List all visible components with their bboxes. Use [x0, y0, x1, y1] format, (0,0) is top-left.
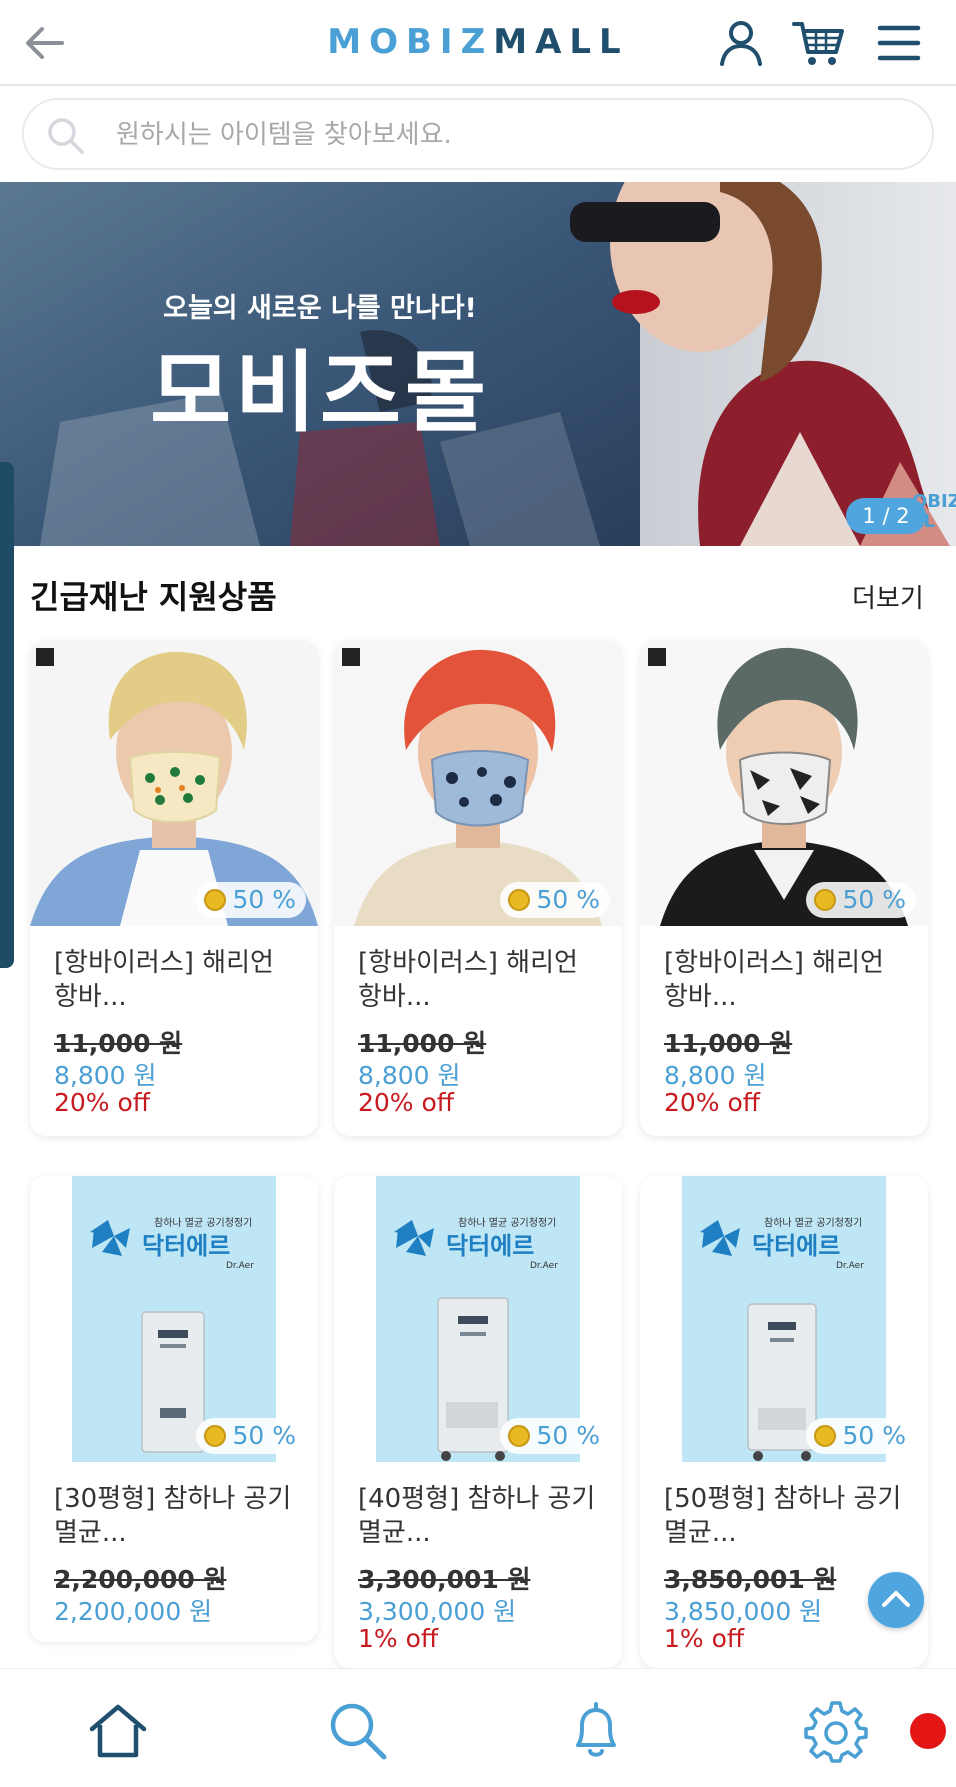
bottom-navigation [0, 1668, 956, 1787]
section-title: 긴급재난 지원상품 [30, 578, 277, 616]
product-name: [항바이러스] 해리언 항바... [664, 948, 884, 1012]
sale-price: 3,850,000 원 [664, 1597, 823, 1626]
coin-icon [814, 889, 837, 911]
scroll-top-button[interactable] [868, 1572, 924, 1628]
logo-part2: MALL [493, 22, 629, 62]
product-card[interactable]: 참하나 멸균 공기청정기 닥터에르 Dr.Aer 50 % [40평형] 참하나… [334, 1176, 622, 1668]
product-name: [50평형] 참하나 공기멸균... [664, 1484, 902, 1548]
search-icon [330, 1703, 387, 1760]
coin-icon [204, 889, 227, 911]
menu-icon [877, 25, 921, 61]
original-price: 2,200,000 원 [54, 1565, 227, 1594]
coin-icon [204, 1425, 227, 1447]
product-image: 50 % [640, 640, 928, 926]
user-button[interactable] [716, 18, 766, 68]
discount-badge: 50 % [196, 1418, 306, 1454]
nav-search[interactable] [326, 1699, 390, 1763]
discount-badge: 50 % [500, 1418, 610, 1454]
discount-off: 20% off [664, 1088, 761, 1117]
poster-brand: 닥터에르 [142, 1232, 230, 1260]
menu-button[interactable] [874, 18, 924, 68]
product-name: [40평형] 참하나 공기멸균... [358, 1484, 596, 1548]
sale-price: 2,200,000 원 [54, 1597, 213, 1626]
product-card[interactable]: 50 % [항바이러스] 해리언 항바... 11,000 원 8,800 원 … [334, 640, 622, 1136]
banner-title: 모비즈몰 [150, 341, 490, 444]
search-input[interactable] [116, 112, 896, 158]
more-link[interactable]: 더보기 [852, 578, 924, 615]
cart-button[interactable] [792, 18, 844, 68]
cart-icon [792, 22, 844, 65]
poster-brand: 닥터에르 [752, 1232, 840, 1260]
product-image: 50 % [334, 640, 622, 926]
coin-icon [814, 1425, 837, 1447]
nav-settings[interactable] [804, 1699, 868, 1763]
sale-price: 8,800 원 [664, 1061, 767, 1090]
nav-notifications[interactable] [564, 1699, 628, 1763]
banner-pager: 1 / 2 [846, 498, 926, 534]
discount-badge: 50 % [196, 882, 306, 918]
poster-top-line: 참하나 멸균 공기청정기 [154, 1216, 252, 1229]
product-name: [항바이러스] 해리언 항바... [358, 948, 578, 1012]
poster-top-line: 참하나 멸균 공기청정기 [764, 1216, 862, 1229]
sale-price: 8,800 원 [358, 1061, 461, 1090]
product-card[interactable]: 참하나 멸균 공기청정기 닥터에르 Dr.Aer 50 % [30평형] 참하나… [30, 1176, 318, 1642]
promo-banner[interactable]: 오늘의 새로운 나를 만나다! 모비즈몰 OBIZLL 1 / 2 [0, 182, 956, 546]
sale-price: 8,800 원 [54, 1061, 157, 1090]
logo-part1: MOBIZ [327, 22, 494, 62]
discount-off: 20% off [54, 1088, 151, 1117]
chevron-up-icon [882, 1591, 910, 1607]
product-image: 참하나 멸균 공기청정기 닥터에르 Dr.Aer 50 % [640, 1176, 928, 1462]
product-card[interactable]: 50 % [항바이러스] 해리언 항바... 11,000 원 8,800 원 … [30, 640, 318, 1136]
product-name: [항바이러스] 해리언 항바... [54, 948, 274, 1012]
product-card[interactable]: 50 % [항바이러스] 해리언 항바... 11,000 원 8,800 원 … [640, 640, 928, 1136]
discount-badge: 50 % [806, 882, 916, 918]
sale-price: 3,300,000 원 [358, 1597, 517, 1626]
product-image: 참하나 멸균 공기청정기 닥터에르 Dr.Aer 50 % [334, 1176, 622, 1462]
notification-dot [910, 1713, 946, 1749]
search-bar[interactable] [22, 98, 934, 170]
side-drawer-tab[interactable] [0, 462, 14, 968]
original-price: 11,000 원 [664, 1029, 793, 1058]
discount-off: 20% off [358, 1088, 455, 1117]
coin-icon [508, 889, 531, 911]
original-price: 11,000 원 [54, 1029, 183, 1058]
banner-subtitle: 오늘의 새로운 나를 만나다! [163, 293, 477, 324]
poster-brand-en: Dr.Aer [226, 1261, 254, 1271]
user-icon [720, 21, 762, 66]
poster-top-line: 참하나 멸균 공기청정기 [458, 1216, 556, 1229]
discount-off: 1% off [664, 1624, 745, 1653]
discount-badge: 50 % [500, 882, 610, 918]
original-price: 3,850,001 원 [664, 1565, 837, 1594]
poster-brand-en: Dr.Aer [836, 1261, 864, 1271]
home-icon [89, 1704, 147, 1758]
discount-badge: 50 % [806, 1418, 916, 1454]
poster-brand-en: Dr.Aer [530, 1261, 558, 1271]
coin-icon [508, 1425, 531, 1447]
product-name: [30평형] 참하나 공기멸균... [54, 1484, 292, 1548]
original-price: 11,000 원 [358, 1029, 487, 1058]
poster-brand: 닥터에르 [446, 1232, 534, 1260]
product-image: 50 % [30, 640, 318, 926]
search-icon [48, 118, 84, 154]
bell-icon [576, 1702, 616, 1757]
original-price: 3,300,001 원 [358, 1565, 531, 1594]
product-image: 참하나 멸균 공기청정기 닥터에르 Dr.Aer 50 % [30, 1176, 318, 1462]
app-header: MOBIZMALL [0, 0, 956, 86]
gear-icon [804, 1701, 868, 1763]
nav-home[interactable] [86, 1699, 150, 1763]
discount-off: 1% off [358, 1624, 439, 1653]
